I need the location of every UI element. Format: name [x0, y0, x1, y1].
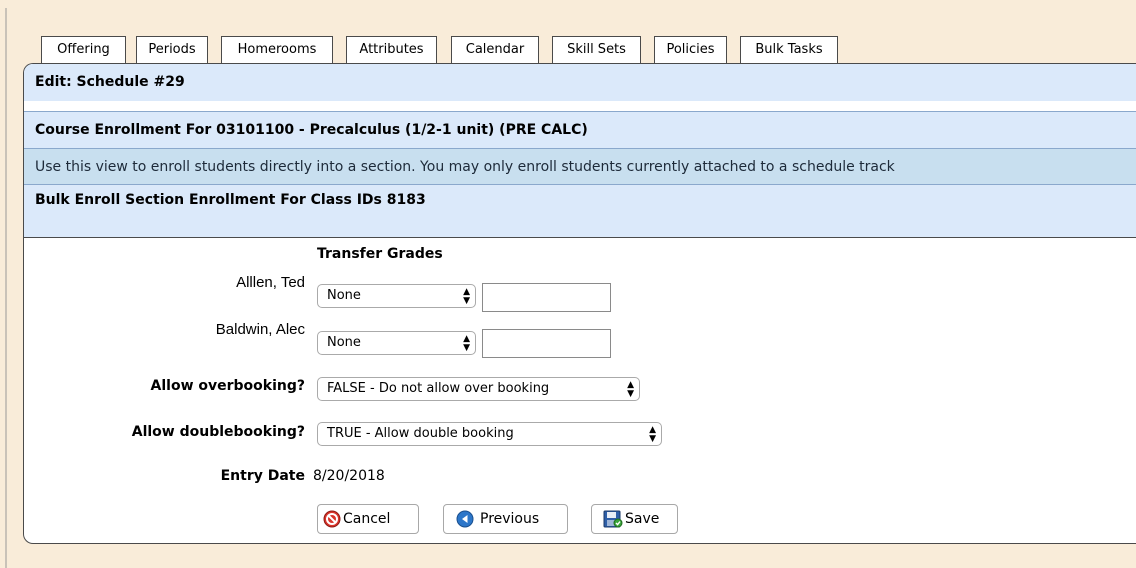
save-label: Save: [625, 511, 660, 527]
left-rule: [5, 8, 7, 568]
doublebooking-select[interactable]: TRUE - Allow double booking ▲ ▼: [317, 422, 662, 446]
course-header: Course Enrollment For 03101100 - Precalc…: [24, 111, 1136, 149]
save-button[interactable]: Save: [591, 504, 678, 534]
doublebooking-select-value: TRUE - Allow double booking: [327, 426, 514, 441]
student-name-allen: Alllen, Ted: [236, 274, 305, 291]
doublebooking-label: Allow doublebooking?: [131, 424, 305, 440]
tab-homerooms[interactable]: Homerooms: [221, 36, 333, 64]
tab-policies[interactable]: Policies: [654, 36, 727, 64]
grade-text-baldwin[interactable]: [482, 329, 611, 358]
tab-periods[interactable]: Periods: [136, 36, 208, 64]
select-arrows-icon: ▲ ▼: [463, 287, 470, 306]
tab-offering[interactable]: Offering: [41, 36, 126, 65]
overbooking-select[interactable]: FALSE - Do not allow over booking ▲ ▼: [317, 377, 640, 401]
previous-icon: [456, 510, 474, 528]
select-arrows-icon: ▲ ▼: [649, 425, 656, 444]
cancel-button[interactable]: Cancel: [317, 504, 419, 534]
entry-date-label: Entry Date: [220, 468, 305, 484]
grade-select-value: None: [327, 335, 361, 350]
previous-button[interactable]: Previous: [443, 504, 568, 534]
transfer-grades-heading: Transfer Grades: [317, 246, 443, 262]
grade-select-allen[interactable]: None ▲ ▼: [317, 284, 476, 308]
tab-attributes[interactable]: Attributes: [346, 36, 437, 64]
page-title: Edit: Schedule #29: [24, 64, 1136, 101]
previous-label: Previous: [480, 511, 540, 527]
cancel-label: Cancel: [343, 511, 391, 527]
select-arrows-icon: ▲ ▼: [627, 380, 634, 399]
student-name-baldwin: Baldwin, Alec: [215, 321, 305, 338]
overbooking-label: Allow overbooking?: [150, 378, 305, 394]
grade-select-baldwin[interactable]: None ▲ ▼: [317, 331, 476, 355]
grade-select-value: None: [327, 288, 361, 303]
save-icon: [603, 510, 623, 528]
edit-panel: Edit: Schedule #29 Course Enrollment For…: [23, 63, 1136, 544]
cancel-icon: [323, 510, 341, 528]
tab-skill-sets[interactable]: Skill Sets: [552, 36, 641, 64]
entry-date-value: 8/20/2018: [313, 468, 385, 484]
grade-text-allen[interactable]: [482, 283, 611, 312]
tab-calendar[interactable]: Calendar: [451, 36, 539, 64]
tab-bulk-tasks[interactable]: Bulk Tasks: [740, 36, 838, 64]
select-arrows-icon: ▲ ▼: [463, 334, 470, 353]
page: Offering Periods Homerooms Attributes Ca…: [0, 0, 1136, 568]
overbooking-select-value: FALSE - Do not allow over booking: [327, 381, 550, 396]
info-message: Use this view to enroll students directl…: [24, 149, 1136, 185]
bulk-enroll-header: Bulk Enroll Section Enrollment For Class…: [24, 185, 1136, 238]
